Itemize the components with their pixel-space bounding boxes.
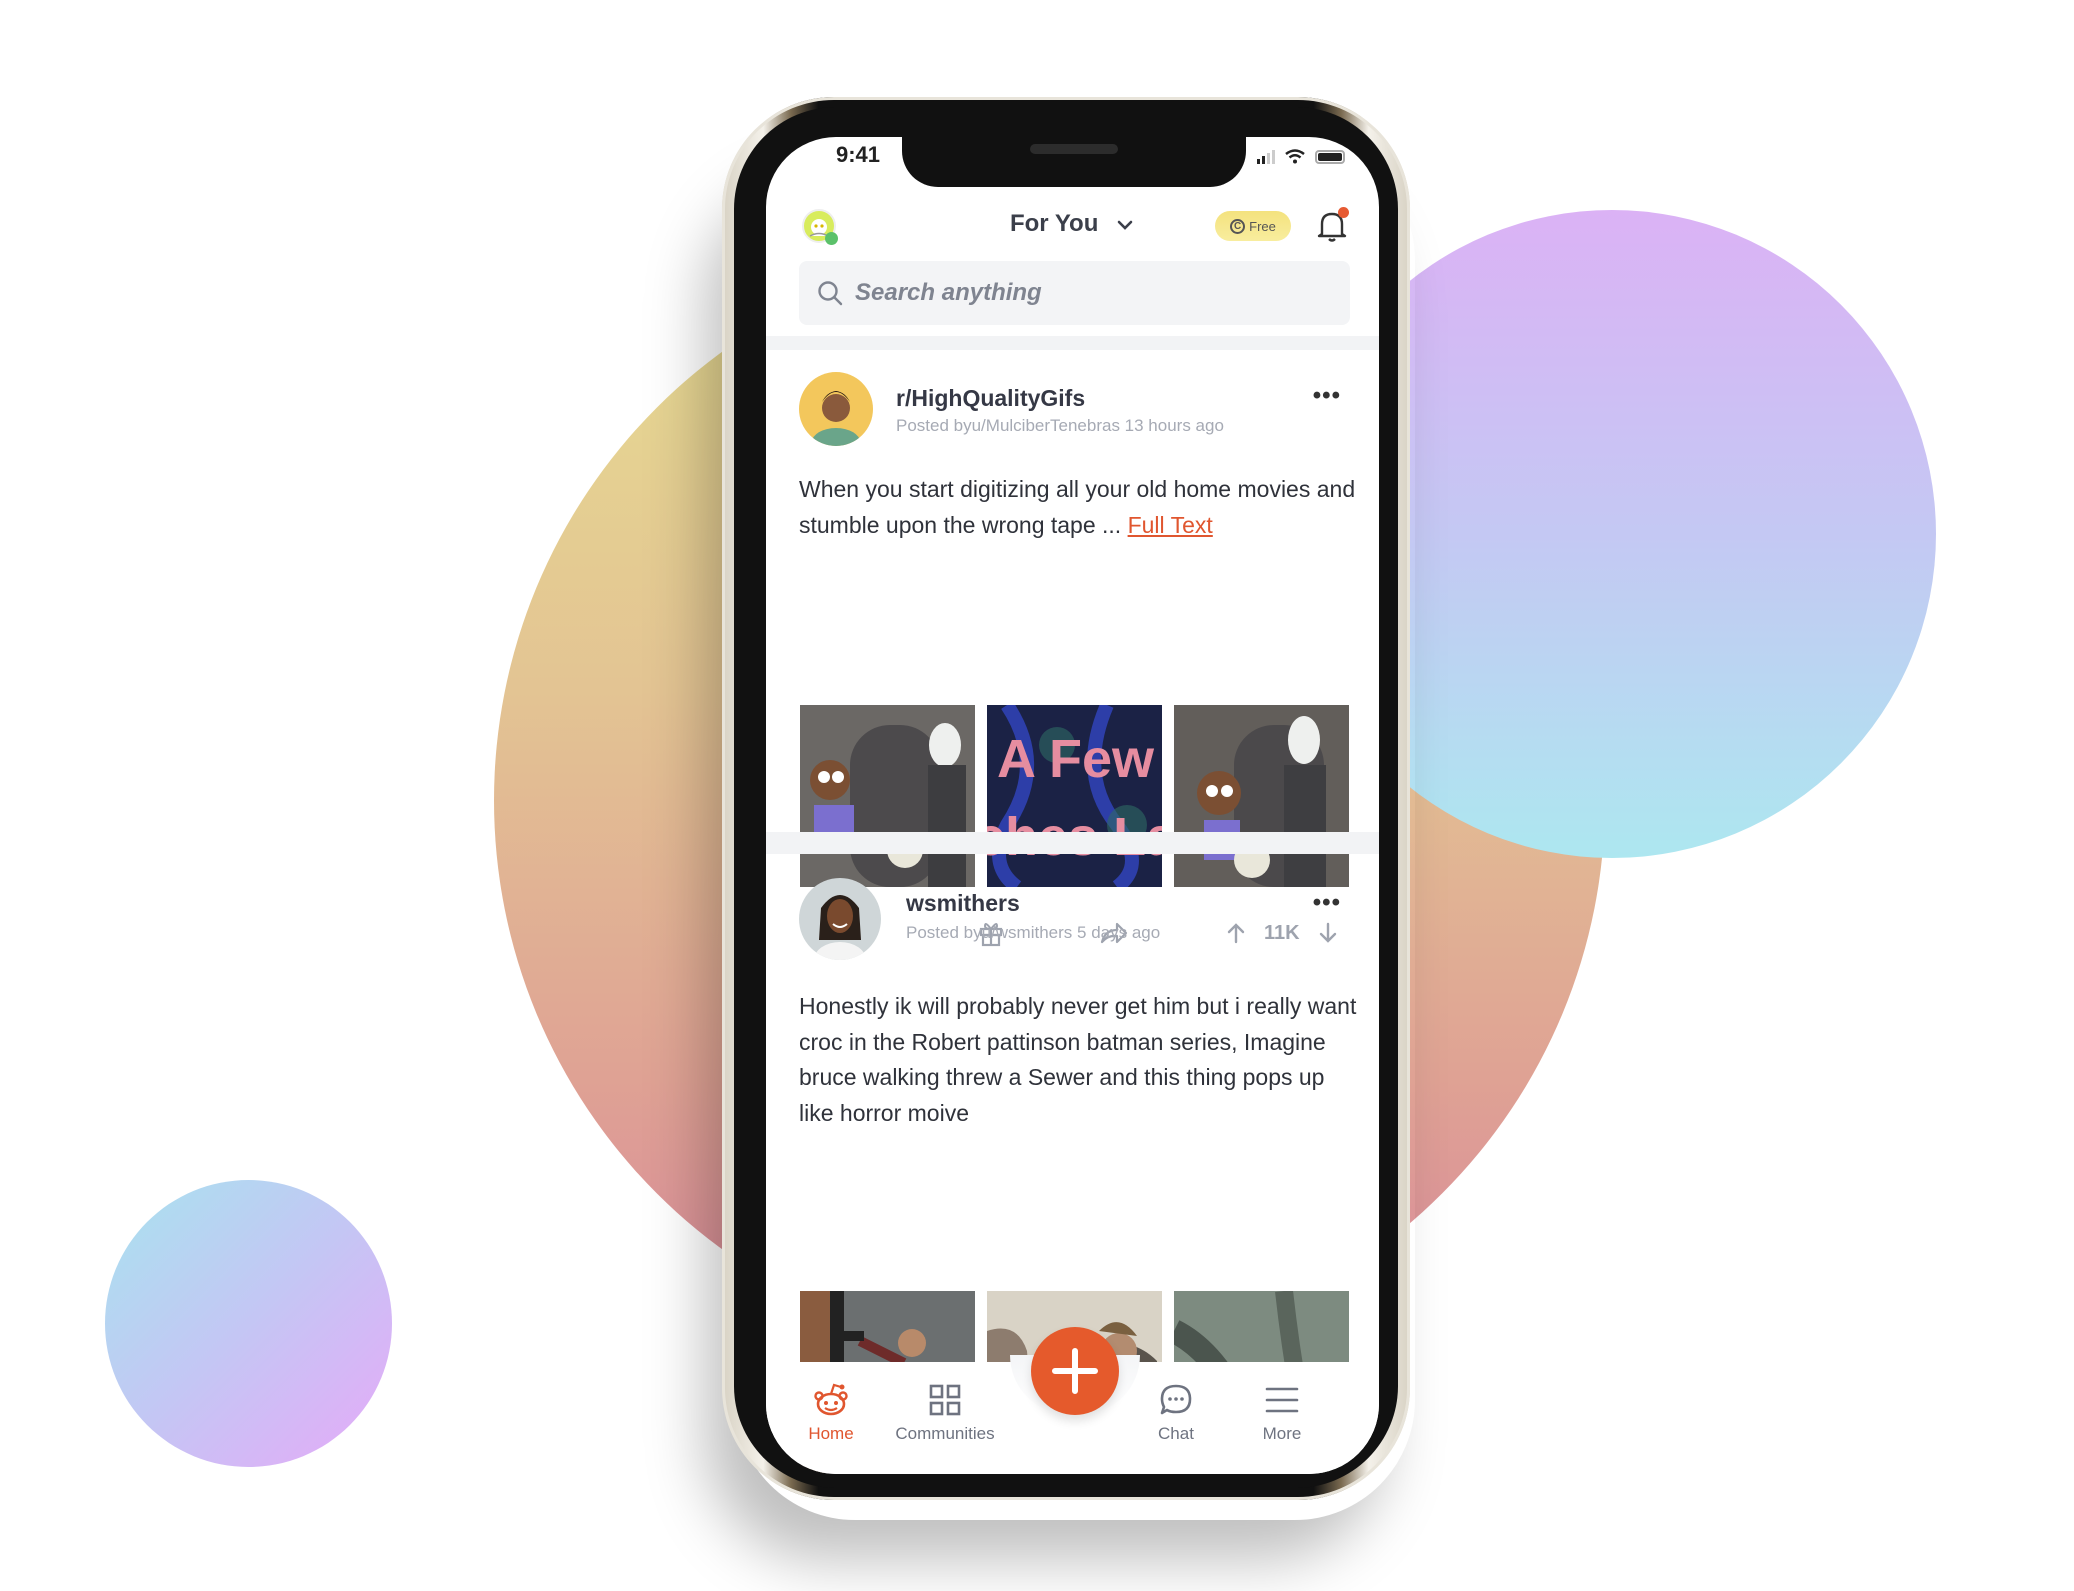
notification-badge: [1338, 207, 1349, 218]
post-meta: Posted byu/wsmithers 5 days ago: [906, 923, 1161, 942]
person-avatar-image: [814, 895, 866, 960]
person-avatar-image: [812, 391, 860, 446]
speaker: [1030, 144, 1118, 154]
notch: [902, 137, 1246, 187]
status-icons: [1257, 149, 1345, 164]
feed-selector-label: For You: [1009, 210, 1099, 237]
menu-icon: [1265, 1387, 1299, 1413]
home-icon: [814, 1383, 848, 1416]
chat-icon: [1160, 1384, 1192, 1415]
divider: [766, 336, 1379, 350]
search-placeholder: Search anything: [855, 279, 1042, 306]
tab-home[interactable]: Home: [776, 1382, 886, 1444]
more-options-icon[interactable]: •••: [1313, 382, 1341, 410]
tab-label: Home: [808, 1424, 854, 1443]
coins-button[interactable]: C Free: [1215, 211, 1291, 241]
tab-label: Chat: [1158, 1424, 1194, 1443]
battery-icon: [1315, 149, 1345, 164]
tab-label: More: [1262, 1424, 1302, 1443]
svg-text:A Few: A Few: [997, 729, 1155, 789]
post-title[interactable]: wsmithers: [906, 890, 1020, 917]
coin-icon: C: [1230, 218, 1246, 234]
divider: [766, 832, 1379, 854]
coins-label: Free: [1249, 218, 1276, 234]
post-card[interactable]: wsmithers Posted byu/wsmithers 5 days ag…: [766, 854, 1379, 1473]
tab-more[interactable]: More: [1227, 1382, 1337, 1444]
post-meta: Posted byu/MulciberTenebras 13 hours ago: [896, 416, 1224, 435]
wifi-icon: [1285, 149, 1305, 164]
plus-icon: [1052, 1348, 1098, 1394]
decorative-circle-small: [105, 1180, 392, 1467]
tab-communities[interactable]: Communities: [890, 1382, 1000, 1444]
create-post-button[interactable]: [1031, 1327, 1119, 1415]
post-card[interactable]: r/HighQualityGifs Posted byu/MulciberTen…: [766, 350, 1379, 947]
user-avatar[interactable]: [799, 878, 881, 960]
full-text-link[interactable]: Full Text: [1128, 512, 1213, 538]
status-time: 9:41: [836, 142, 881, 167]
post-body: Honestly ik will probably never get him …: [799, 993, 1357, 1126]
subreddit-avatar[interactable]: [799, 372, 873, 446]
grid-icon: [929, 1384, 961, 1416]
post-title[interactable]: r/HighQualityGifs: [896, 385, 1085, 412]
search-input[interactable]: Search anything: [799, 261, 1350, 325]
signal-icon: [1257, 149, 1275, 164]
tab-label: Communities: [895, 1424, 995, 1443]
tab-chat[interactable]: Chat: [1121, 1382, 1231, 1444]
search-icon: [818, 281, 843, 306]
post-text: When you start digitizing all your old h…: [799, 476, 1356, 538]
chevron-down-icon: [1117, 220, 1133, 230]
phone-screen: 9:41 For You C Free Search anything r/Hi…: [766, 137, 1379, 1474]
post-body: When you start digitizing all your old h…: [799, 472, 1359, 543]
more-options-icon[interactable]: •••: [1313, 889, 1341, 917]
app-header: For You C Free: [766, 197, 1379, 249]
